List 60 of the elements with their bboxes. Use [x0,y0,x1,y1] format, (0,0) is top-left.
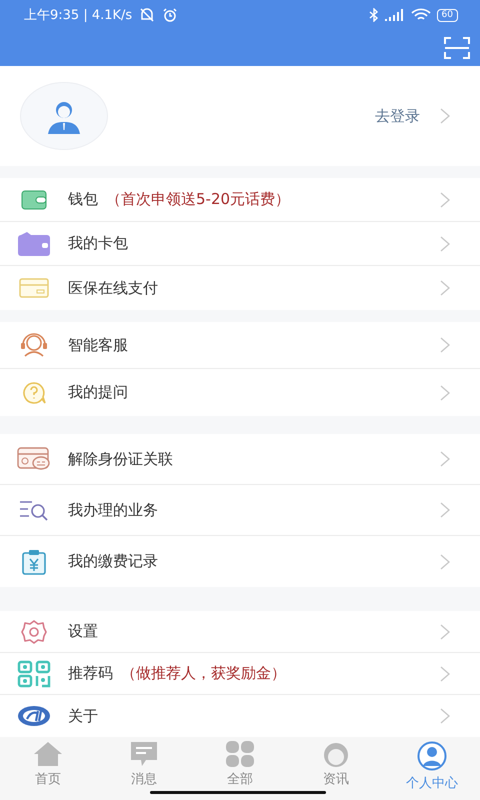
chevron-icon [440,666,450,682]
menu-item[interactable]: 我办理的业务 [0,485,480,536]
profile-icon [417,741,447,771]
wallet-icon [21,190,47,210]
menu-label: 关于 [68,706,98,726]
menu-item[interactable]: 智能客服 [0,322,480,369]
scan-icon[interactable] [444,37,470,59]
menu-label: 解除身份证关联 [68,450,173,468]
promo-note: （首次申领送5-20元话费） [106,190,290,209]
menu-item[interactable]: 推荐码 （做推荐人，获奖励金） [0,653,480,695]
headset-icon [20,333,48,357]
menu-item[interactable]: 医保在线支付 [0,266,480,310]
chevron-icon [440,337,450,353]
chevron-icon [440,624,450,640]
mute-icon [138,7,156,23]
wifi-icon [410,8,431,22]
message-icon [129,741,159,767]
wallet-icon [17,230,51,256]
chevron-icon [440,384,450,400]
menu-item[interactable]: 我的卡包 [0,222,480,266]
clipboard-icon [22,548,46,574]
menu-item[interactable]: 设置 [0,611,480,653]
menu-item[interactable]: 我的提问 [0,369,480,416]
battery-indicator: 60 [436,8,458,22]
menu-label: 设置 [68,622,98,641]
question-icon [21,380,47,404]
promo-note: （做推荐人，获奖励金） [121,664,286,683]
status-time: 上午9:35 | 4.1K/s [24,7,132,24]
menu-item[interactable]: 解除身份证关联 [0,434,480,485]
logo-icon [17,705,51,727]
chevron-icon [440,280,450,296]
id-card-icon [17,447,51,471]
menu-label: 我的卡包 [68,234,128,253]
search-icon [19,499,49,521]
menu-label: 医保在线支付 [68,278,158,298]
menu-label: 我的缴费记录 [68,552,158,571]
menu-item[interactable]: 钱包 （首次申领送5-20元话费） [0,178,480,222]
chevron-icon [440,192,450,208]
menu-label: 我办理的业务 [68,500,158,520]
bluetooth-icon [368,8,379,22]
card-icon [19,278,49,298]
alarm-icon [162,7,178,23]
chevron-icon [440,708,450,724]
chevron-icon [440,108,450,124]
qr-code-icon [17,660,51,688]
chevron-icon [440,451,450,467]
menu-item[interactable]: 我的缴费记录 [0,536,480,587]
grid-icon [225,741,255,767]
chevron-icon [440,236,450,252]
signal-icon [384,9,405,21]
menu-item[interactable]: 关于 [0,695,480,737]
home-icon [33,741,63,767]
menu-label: 推荐码 [68,664,113,683]
chevron-icon [440,502,450,518]
menu-label: 我的提问 [68,383,128,402]
login-link[interactable]: 去登录 [375,106,420,126]
settings-icon [21,620,47,644]
chevron-icon [440,554,450,570]
menu-label: 钱包 [68,190,98,209]
menu-label: 智能客服 [68,336,128,354]
